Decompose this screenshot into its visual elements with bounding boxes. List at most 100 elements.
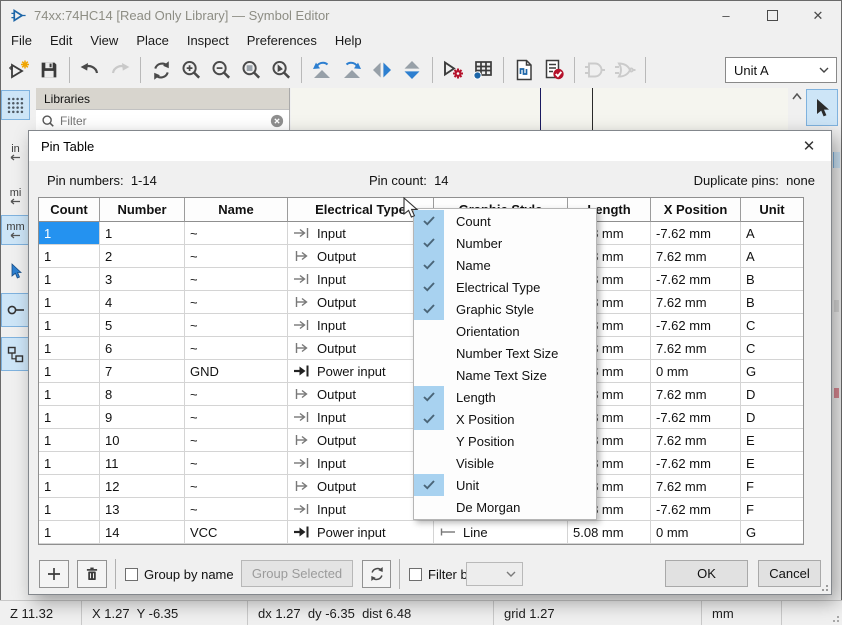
unit-select[interactable]: Unit A	[725, 57, 837, 83]
cell-number[interactable]: 2	[100, 245, 185, 268]
zoom-out-button[interactable]	[206, 55, 236, 85]
erc-check-button[interactable]	[539, 55, 569, 85]
cell-unit[interactable]: E	[741, 452, 803, 475]
cell-unit[interactable]: C	[741, 314, 803, 337]
cell-name[interactable]: ~	[185, 268, 288, 291]
cell-x-position[interactable]: 7.62 mm	[651, 429, 741, 452]
cell-unit[interactable]: G	[741, 521, 803, 544]
datasheet-button[interactable]	[509, 55, 539, 85]
cell-number[interactable]: 5	[100, 314, 185, 337]
save-button[interactable]	[34, 55, 64, 85]
cell-name[interactable]: ~	[185, 337, 288, 360]
cell-number[interactable]: 12	[100, 475, 185, 498]
column-menu-item-count[interactable]: Count	[414, 210, 596, 232]
cell-count[interactable]: 1	[39, 314, 100, 337]
menu-view[interactable]: View	[81, 30, 127, 52]
cell-x-position[interactable]: 7.62 mm	[651, 291, 741, 314]
cell-x-position[interactable]: 0 mm	[651, 521, 741, 544]
cell-name[interactable]: ~	[185, 383, 288, 406]
menu-help[interactable]: Help	[326, 30, 371, 52]
cell-name[interactable]: ~	[185, 452, 288, 475]
cell-electrical-type[interactable]: Power input	[288, 521, 434, 544]
cell-name[interactable]: ~	[185, 291, 288, 314]
ok-button[interactable]: OK	[665, 560, 748, 587]
column-header-number[interactable]: Number	[100, 198, 185, 222]
cell-number[interactable]: 9	[100, 406, 185, 429]
column-header-unit[interactable]: Unit	[741, 198, 803, 222]
cell-count[interactable]: 1	[39, 291, 100, 314]
cell-number[interactable]: 1	[100, 222, 185, 245]
units-mm-button[interactable]: mm	[1, 215, 30, 245]
select-tool-button[interactable]	[806, 89, 838, 126]
units-mils-button[interactable]: mi	[1, 182, 30, 210]
cell-unit[interactable]: C	[741, 337, 803, 360]
cell-x-position[interactable]: -7.62 mm	[651, 452, 741, 475]
canvas-scrollbar-up[interactable]	[788, 88, 805, 130]
column-menu-item-name[interactable]: Name	[414, 254, 596, 276]
group-by-name-checkbox[interactable]	[125, 568, 138, 581]
cancel-button[interactable]: Cancel	[758, 560, 821, 587]
undo-button[interactable]	[75, 55, 105, 85]
cell-number[interactable]: 13	[100, 498, 185, 521]
resize-grip[interactable]	[819, 582, 829, 592]
cell-count[interactable]: 1	[39, 222, 100, 245]
crosshair-cursor-button[interactable]	[1, 256, 30, 286]
cell-count[interactable]: 1	[39, 429, 100, 452]
menu-place[interactable]: Place	[127, 30, 178, 52]
delete-pin-button[interactable]	[77, 560, 107, 588]
cell-number[interactable]: 11	[100, 452, 185, 475]
cell-count[interactable]: 1	[39, 360, 100, 383]
close-button[interactable]: ✕	[795, 1, 841, 30]
rotate-cw-button[interactable]	[337, 55, 367, 85]
cell-count[interactable]: 1	[39, 268, 100, 291]
cell-x-position[interactable]: 0 mm	[651, 360, 741, 383]
cell-unit[interactable]: A	[741, 222, 803, 245]
cell-name[interactable]: GND	[185, 360, 288, 383]
column-header-name[interactable]: Name	[185, 198, 288, 222]
cell-unit[interactable]: D	[741, 406, 803, 429]
libraries-filter-input[interactable]: Filter	[36, 109, 289, 131]
cell-name[interactable]: ~	[185, 222, 288, 245]
cell-x-position[interactable]: -7.62 mm	[651, 222, 741, 245]
cell-unit[interactable]: A	[741, 245, 803, 268]
cell-name[interactable]: ~	[185, 245, 288, 268]
cell-x-position[interactable]: -7.62 mm	[651, 498, 741, 521]
zoom-in-button[interactable]	[176, 55, 206, 85]
column-menu-item-graphic-style[interactable]: Graphic Style	[414, 298, 596, 320]
menu-edit[interactable]: Edit	[41, 30, 81, 52]
cell-number[interactable]: 14	[100, 521, 185, 544]
cell-name[interactable]: ~	[185, 314, 288, 337]
filter-by-unit-checkbox[interactable]	[409, 568, 422, 581]
cell-unit[interactable]: D	[741, 383, 803, 406]
zoom-fit-button[interactable]	[236, 55, 266, 85]
cell-name[interactable]: ~	[185, 498, 288, 521]
cell-x-position[interactable]: 7.62 mm	[651, 383, 741, 406]
cell-x-position[interactable]: 7.62 mm	[651, 245, 741, 268]
add-pin-button[interactable]	[39, 560, 69, 588]
cell-number[interactable]: 3	[100, 268, 185, 291]
column-menu-item-x-position[interactable]: X Position	[414, 408, 596, 430]
cell-number[interactable]: 4	[100, 291, 185, 314]
cell-unit[interactable]: F	[741, 475, 803, 498]
cell-count[interactable]: 1	[39, 498, 100, 521]
cell-x-position[interactable]: 7.62 mm	[651, 337, 741, 360]
show-hidden-fields-button[interactable]	[1, 337, 30, 371]
cell-count[interactable]: 1	[39, 452, 100, 475]
cell-unit[interactable]: B	[741, 291, 803, 314]
refresh-view-button[interactable]	[146, 55, 176, 85]
mirror-vertical-button[interactable]	[397, 55, 427, 85]
cell-count[interactable]: 1	[39, 475, 100, 498]
pin-table-button[interactable]	[468, 55, 498, 85]
cell-number[interactable]: 7	[100, 360, 185, 383]
cell-count[interactable]: 1	[39, 406, 100, 429]
cell-count[interactable]: 1	[39, 383, 100, 406]
clear-filter-icon[interactable]	[270, 114, 284, 128]
show-pins-button[interactable]	[1, 293, 30, 327]
cell-name[interactable]: ~	[185, 475, 288, 498]
cell-number[interactable]: 8	[100, 383, 185, 406]
zoom-selection-button[interactable]	[266, 55, 296, 85]
symbol-properties-button[interactable]	[438, 55, 468, 85]
column-menu-item-visible[interactable]: Visible	[414, 452, 596, 474]
menu-preferences[interactable]: Preferences	[238, 30, 326, 52]
refresh-grouping-button[interactable]	[362, 560, 391, 588]
